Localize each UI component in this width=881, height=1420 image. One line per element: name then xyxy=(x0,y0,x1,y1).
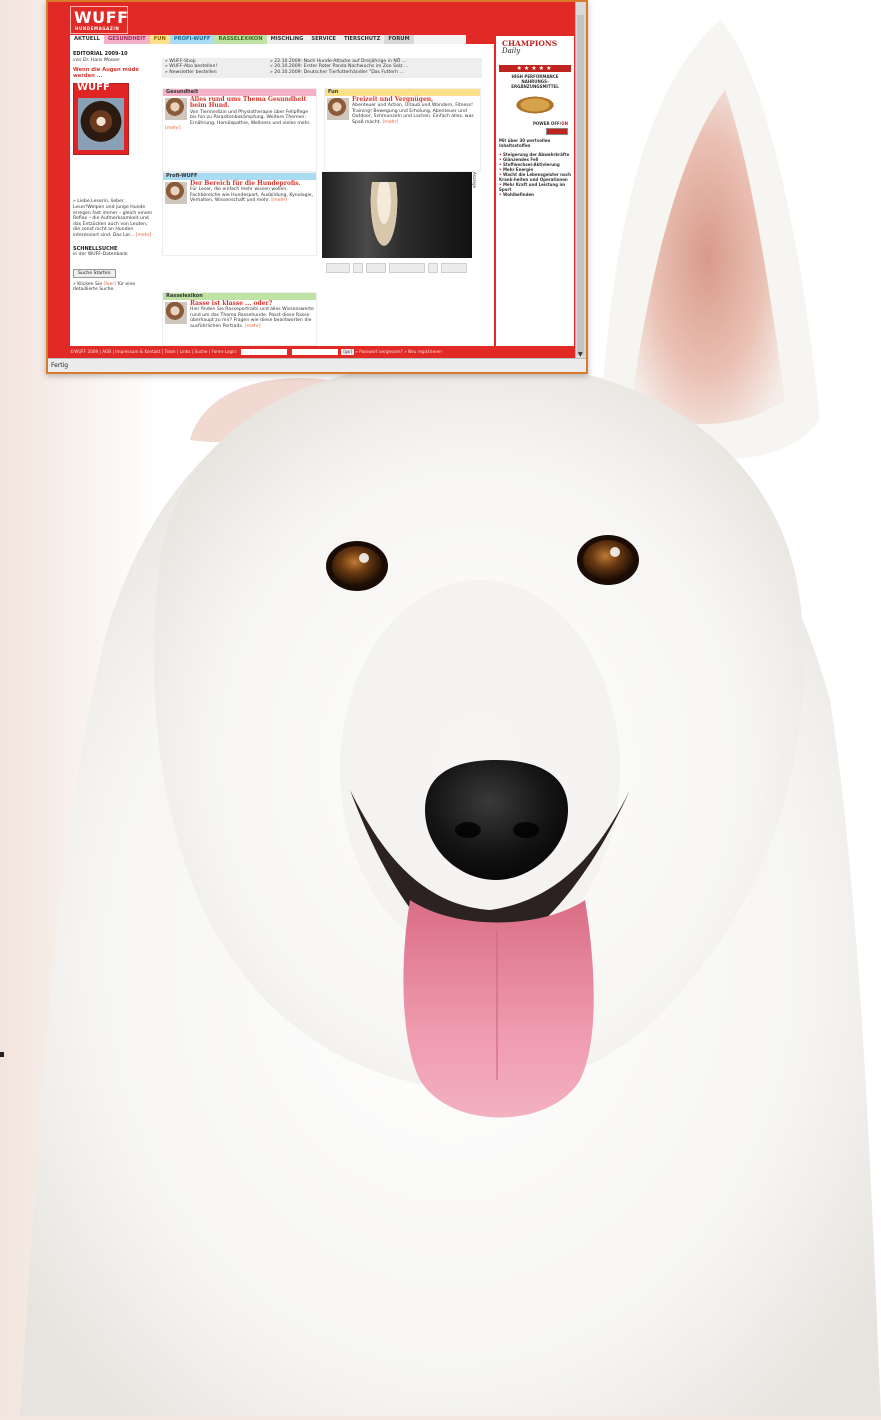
scrollbar-thumb[interactable] xyxy=(577,15,584,355)
power-on-label: ON xyxy=(561,121,568,126)
shop-links: » WUFF-Shop » WUFF-Abo bestellen! » News… xyxy=(165,59,217,75)
news-link[interactable]: » 20.10.2009: Deutscher Tierfutterhändle… xyxy=(270,70,408,75)
video-volume-slider[interactable] xyxy=(441,263,467,273)
profi-text: Für Leser, die einfach mehr wissen wolle… xyxy=(190,187,314,204)
ad-benefits: Mit über 30 wertvollen Inhaltsstoffen • … xyxy=(496,135,574,197)
ad-claim: HIGH PERFORMANCE NAHRUNGS- ERGÄNZUNGSMIT… xyxy=(496,74,574,89)
video-play-button[interactable] xyxy=(326,263,350,273)
footer-account-links[interactable]: » Passwort vergessen? » Neu registrieren xyxy=(355,349,442,354)
nav-tab-profi-wuff[interactable]: PROFI-WUFF xyxy=(169,35,215,44)
ad-benefit-item: • Mehr Kraft und Leistung im Sport xyxy=(499,182,566,192)
fun-thumbnail[interactable] xyxy=(327,98,349,120)
status-text: Fertig xyxy=(51,362,69,369)
power-switch[interactable] xyxy=(546,128,568,135)
wuff-website: WUFF HUNDEMAGAZIN AKTUELL GESUNDHEIT FUN… xyxy=(48,2,576,360)
ad-benefit-item: • Wacht die Lebensgeister nach Krank-hei… xyxy=(499,172,571,182)
main-content: EDITORIAL 2009-10 von Dr. Hans Mosser We… xyxy=(70,44,494,346)
nav-tab-forum[interactable]: FORUM xyxy=(384,35,414,44)
nav-tab-aktuell[interactable]: AKTUELL xyxy=(70,35,104,44)
gesundheit-text: Von Tiermedizin und Physiotherapie über … xyxy=(190,109,311,126)
nav-tab-rasselexikon[interactable]: RASSELEXIKON xyxy=(214,35,267,44)
box-gesundheit-header: Gesundheit xyxy=(163,89,316,96)
rasse-more-link[interactable]: [mehr] xyxy=(245,324,261,329)
box-rasselexikon: Rasselexikon Rasse ist klasse ... oder? … xyxy=(162,292,317,346)
nav-tab-gesundheit[interactable]: GESUNDHEIT xyxy=(103,35,150,44)
news-links: » 22.10.2009: Nach Hunde-Attacke auf Dre… xyxy=(270,59,408,75)
editorial-text: » Liebe Leserin, lieber Leser!Welpen und… xyxy=(73,199,153,238)
magazine-dog-image xyxy=(78,98,124,151)
wuff-logo[interactable]: WUFF HUNDEMAGAZIN xyxy=(70,6,128,34)
magazine-logo: WUFF xyxy=(77,82,110,94)
detail-search-link[interactable]: [hier] xyxy=(104,282,117,287)
ad-side-label: Anzeige xyxy=(472,172,477,188)
top-links-box: » WUFF-Shop » WUFF-Abo bestellen! » News… xyxy=(162,58,482,78)
newsletter-link[interactable]: » Newsletter bestellen xyxy=(165,70,217,75)
profi-thumbnail[interactable] xyxy=(165,182,187,204)
nav-tab-fun[interactable]: FUN xyxy=(149,35,170,44)
ad-brand-2: Daily xyxy=(502,47,521,55)
box-gesundheit: Gesundheit Alles rund ums Thema Gesundhe… xyxy=(162,88,317,172)
ad-stars: ★★★★★ xyxy=(499,65,571,72)
click-text-1: » Klicken Sie xyxy=(73,281,103,287)
box-rasse-header: Rasselexikon xyxy=(163,293,316,300)
ad-benefit-item: • Wohlbefinden xyxy=(499,192,535,197)
video-player[interactable] xyxy=(322,172,472,258)
gesundheit-title[interactable]: Alles rund ums Thema Gesundheit beim Hun… xyxy=(165,96,314,110)
footer-links[interactable]: ©WUFF 2009 | AGB | Impressum & Kontakt |… xyxy=(70,349,237,354)
logo-word: WUFF xyxy=(74,8,129,27)
fun-more-link[interactable]: [mehr] xyxy=(382,120,398,125)
gesundheit-more-link[interactable]: [mehr] xyxy=(165,126,181,131)
video-volume-button[interactable] xyxy=(366,263,386,273)
browser-status-bar: Fertig xyxy=(48,358,586,372)
forum-username-input[interactable] xyxy=(240,349,287,355)
champions-ad[interactable]: CHAMPIONS Daily ★★★★★ HIGH PERFORMANCE N… xyxy=(496,36,574,346)
video-controls xyxy=(326,262,472,274)
vertical-scrollbar[interactable]: ▼ xyxy=(575,2,586,360)
box-profi-wuff: Profi-WUFF Der Bereich für die Hundeprof… xyxy=(162,172,317,256)
profi-more-link[interactable]: [mehr] xyxy=(271,198,287,203)
video-dog-frame xyxy=(367,182,401,258)
ad-benefits-head: Mit über 30 wertvollen Inhaltsstoffen xyxy=(499,138,551,148)
video-fullscreen-button[interactable] xyxy=(428,263,438,273)
forum-login-button[interactable]: [go] xyxy=(341,349,354,355)
left-column: EDITORIAL 2009-10 von Dr. Hans Mosser We… xyxy=(73,51,153,293)
nav-tab-tierschutz[interactable]: TIERSCHUTZ xyxy=(339,35,385,44)
detail-search-text: » Klicken Sie [hier] für eine detaillier… xyxy=(73,282,153,293)
editorial-headline[interactable]: Wenn die Augen müde werden ... xyxy=(73,67,153,79)
gesundheit-thumbnail[interactable] xyxy=(165,98,187,120)
rasse-thumbnail[interactable] xyxy=(165,302,187,324)
video-stop-button[interactable] xyxy=(353,263,363,273)
box-fun: Fun Freizeit und Vergnügen, Abenteuer un… xyxy=(324,88,481,172)
fun-text: Abenteuer und Action, Urlaub und Wandern… xyxy=(352,103,474,125)
ad-claim-3: ERGÄNZUNGSMITTEL xyxy=(511,84,559,89)
main-nav: AKTUELL GESUNDHEIT FUN PROFI-WUFF RASSEL… xyxy=(70,35,466,44)
forum-password-input[interactable] xyxy=(292,349,339,355)
box-fun-header: Fun xyxy=(325,89,480,96)
nav-tab-service[interactable]: SERVICE xyxy=(307,35,340,44)
search-start-button[interactable]: Suche Starten xyxy=(73,268,116,278)
logo-subtitle: HUNDEMAGAZIN xyxy=(75,26,120,31)
site-footer: ©WUFF 2009 | AGB | Impressum & Kontakt |… xyxy=(70,348,500,356)
power-off-label: POWER OFF/ xyxy=(532,121,562,126)
magazine-cover[interactable]: WUFF xyxy=(73,82,129,156)
ad-brand: CHAMPIONS Daily xyxy=(499,39,571,65)
nav-tab-mischling[interactable]: MISCHLING xyxy=(266,35,308,44)
browser-window: WUFF HUNDEMAGAZIN AKTUELL GESUNDHEIT FUN… xyxy=(46,0,588,374)
video-progress-bar[interactable] xyxy=(389,263,425,273)
editorial-more-link[interactable]: [mehr] xyxy=(136,233,152,238)
power-label: POWER OFF/ON xyxy=(496,121,574,126)
edge-mark xyxy=(0,1052,4,1057)
cheetah-image xyxy=(506,92,564,118)
box-profi-header: Profi-WUFF xyxy=(163,173,316,180)
